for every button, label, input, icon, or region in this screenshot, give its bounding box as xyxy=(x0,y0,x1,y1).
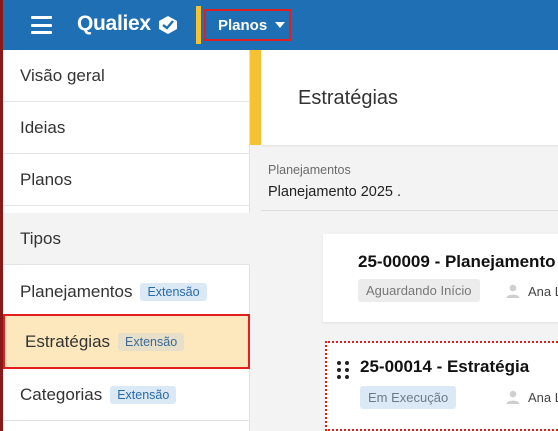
sidebar-item-ideias[interactable]: Ideias xyxy=(3,102,250,154)
top-bar: Qualiex Planos xyxy=(3,0,558,50)
person-icon xyxy=(506,390,520,404)
strategy-card[interactable]: 25-00009 - Planejamento Aguardando Iníci… xyxy=(323,234,558,322)
planejamento-field-value[interactable]: Planejamento 2025 . xyxy=(268,184,401,200)
sidebar-item-visao-geral[interactable]: Visão geral xyxy=(3,50,250,102)
status-badge: Aguardando Início xyxy=(358,279,480,302)
sidebar-item-label: Planejamentos xyxy=(20,281,133,301)
owner-name: Ana L xyxy=(528,283,558,299)
module-accent xyxy=(196,6,201,44)
menu-icon[interactable] xyxy=(31,16,52,34)
strategy-card-selected[interactable]: 25-00014 - Estratégia Em Execução Ana L xyxy=(325,341,558,431)
sidebar-item-categorias[interactable]: Categorias Extensão xyxy=(3,369,250,421)
sidebar-item-tipos[interactable]: Tipos xyxy=(3,213,250,265)
card-title: 25-00014 - Estratégia xyxy=(360,357,530,376)
card-owner: Ana L xyxy=(505,389,558,405)
extension-badge: Extensão xyxy=(110,385,177,404)
card-owner: Ana L xyxy=(505,283,558,299)
caret-down-icon xyxy=(275,22,286,28)
sidebar-item-label: Ideias xyxy=(20,117,66,137)
card-title: 25-00009 - Planejamento xyxy=(358,252,556,271)
planos-menu-label: Planos xyxy=(218,16,268,34)
qualiex-logo-mark xyxy=(159,16,177,34)
page-header: Estratégias xyxy=(261,50,558,145)
person-icon xyxy=(506,284,520,298)
sidebar: Visão geral Ideias Planos Tipos Planejam… xyxy=(3,50,250,431)
sidebar-item-planos[interactable]: Planos xyxy=(3,154,250,206)
drag-handle-icon[interactable] xyxy=(337,361,349,379)
sidebar-item-estrategias[interactable]: Estratégias Extensão xyxy=(3,314,250,369)
sidebar-item-label: Categorias xyxy=(20,384,103,404)
divider xyxy=(261,210,558,211)
extension-badge: Extensão xyxy=(118,332,185,351)
sidebar-item-planejamentos[interactable]: Planejamentos Extensão xyxy=(3,266,250,318)
page-title: Estratégias xyxy=(298,87,399,109)
sidebar-item-label: Visão geral xyxy=(20,65,105,85)
owner-name: Ana L xyxy=(528,389,558,405)
sidebar-item-label: Planos xyxy=(20,169,72,189)
logo: Qualiex xyxy=(77,12,151,35)
planejamento-field-label: Planejamentos xyxy=(268,163,351,177)
sidebar-item-label: Tipos xyxy=(20,228,61,248)
sidebar-item-label: Estratégias xyxy=(25,331,111,351)
app-frame: Qualiex Planos Visão geral Ideias Planos… xyxy=(0,0,558,431)
extension-badge: Extensão xyxy=(140,282,207,301)
status-badge: Em Execução xyxy=(360,386,457,409)
header-accent xyxy=(250,50,261,145)
planos-menu-button[interactable]: Planos xyxy=(204,9,291,41)
